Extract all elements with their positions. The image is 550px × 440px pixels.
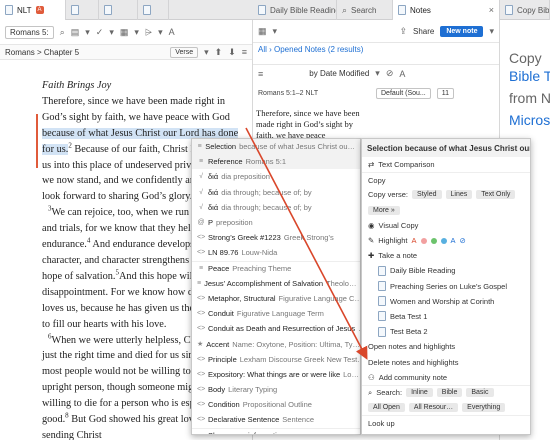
arrow-line — [245, 127, 368, 360]
annotation-arrow — [245, 127, 368, 360]
